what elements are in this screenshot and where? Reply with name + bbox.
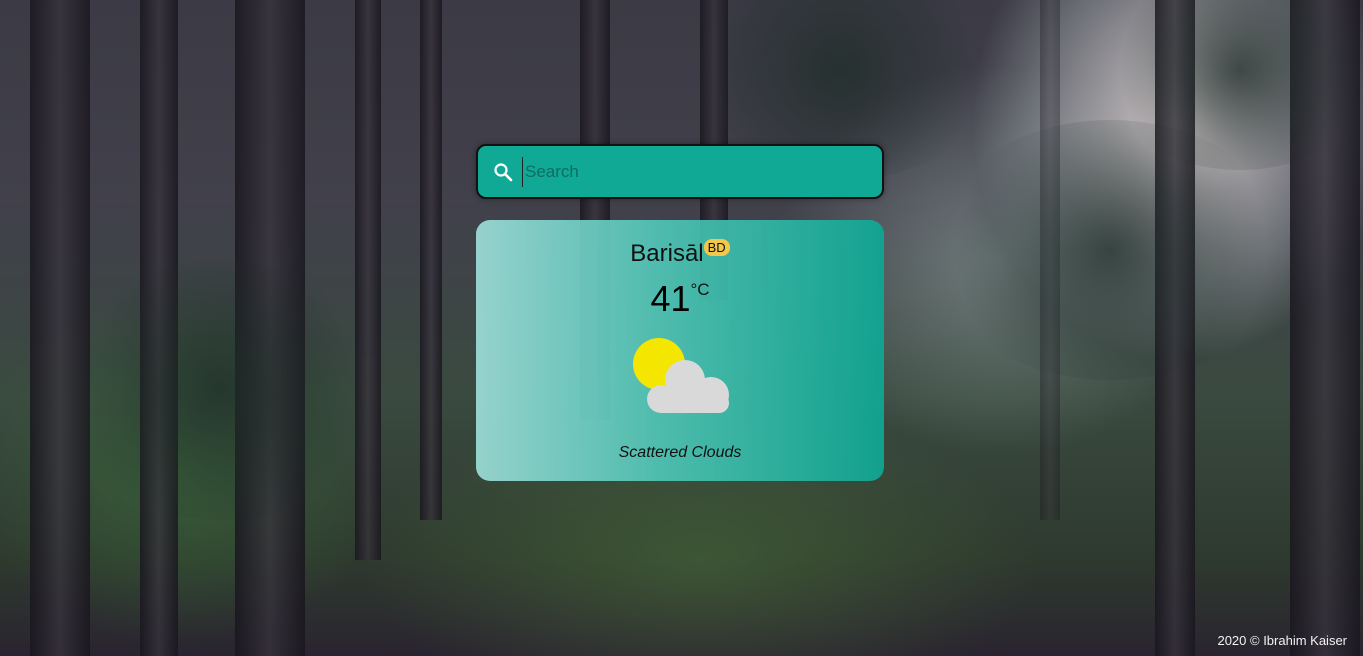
location: Barisāl BD: [476, 239, 884, 268]
tree-trunk: [355, 0, 381, 560]
search-icon: [492, 161, 514, 183]
search-input[interactable]: [522, 156, 882, 187]
country-badge: BD: [703, 239, 730, 256]
temperature-unit: °C: [690, 280, 710, 299]
weather-description: Scattered Clouds: [618, 444, 742, 461]
tree-trunk: [420, 0, 442, 520]
temperature: 41°C: [476, 278, 884, 320]
city-name: Barisāl: [630, 240, 704, 267]
weather-card: Barisāl BD 41°C Scattered Clouds: [476, 220, 884, 481]
foliage: [60, 260, 380, 520]
sun-behind-cloud-icon: [631, 338, 731, 418]
temperature-value: 41: [650, 278, 691, 319]
search-bar[interactable]: [476, 144, 884, 199]
footer-copyright: 2020 © Ibrahim Kaiser: [1217, 633, 1347, 648]
